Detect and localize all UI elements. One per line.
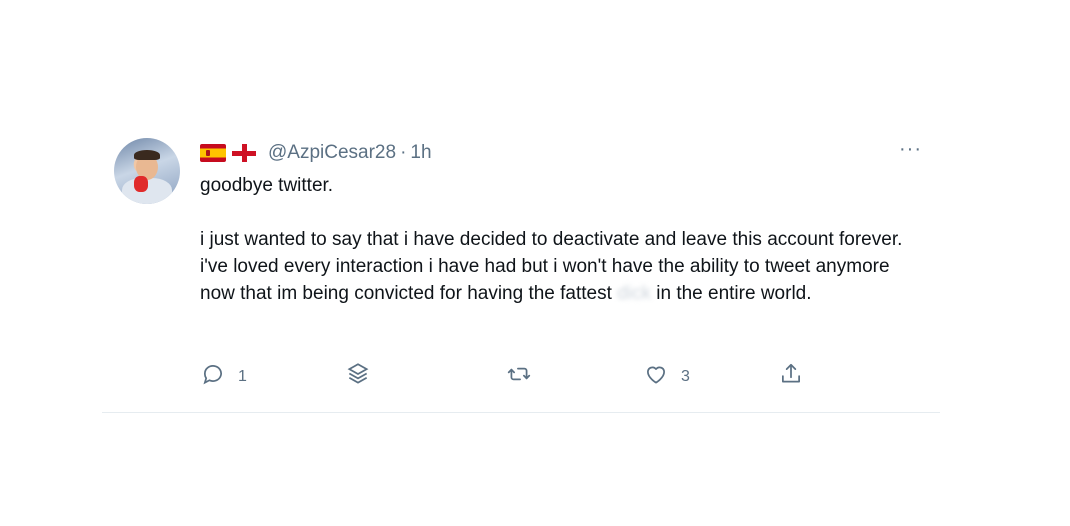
avatar[interactable] bbox=[114, 138, 180, 204]
like-button[interactable]: 3 bbox=[643, 361, 690, 392]
retweet-icon bbox=[506, 361, 532, 392]
heart-icon bbox=[643, 361, 669, 392]
tweet-header: @AzpiCesar28 · 1h bbox=[200, 140, 432, 166]
tweet-timestamp[interactable]: 1h bbox=[410, 142, 431, 164]
tweet-card[interactable]: @AzpiCesar28 · 1h ··· goodbye twitter. i… bbox=[102, 128, 940, 413]
retweet-button[interactable] bbox=[506, 361, 544, 392]
header-separator: · bbox=[400, 142, 407, 163]
layers-icon bbox=[345, 361, 371, 392]
tweet-text: goodbye twitter. i just wanted to say th… bbox=[200, 172, 920, 307]
avatar-hair bbox=[134, 150, 160, 160]
tweet-text-part2: in the entire world. bbox=[650, 283, 812, 304]
tweet-text-blurred: dick bbox=[617, 283, 651, 304]
reply-count: 1 bbox=[238, 367, 247, 385]
like-count: 3 bbox=[681, 367, 690, 385]
share-icon bbox=[778, 361, 804, 392]
tweet-actions: 1 3 bbox=[200, 361, 820, 393]
england-flag-icon bbox=[232, 144, 256, 162]
spain-flag-icon bbox=[200, 144, 226, 162]
layers-button[interactable] bbox=[345, 361, 371, 392]
reply-icon bbox=[200, 361, 226, 392]
more-options-button[interactable]: ··· bbox=[899, 139, 922, 159]
share-button[interactable] bbox=[778, 361, 804, 392]
reply-button[interactable]: 1 bbox=[200, 361, 247, 392]
avatar-hand bbox=[134, 176, 148, 192]
user-handle[interactable]: @AzpiCesar28 bbox=[268, 142, 396, 164]
